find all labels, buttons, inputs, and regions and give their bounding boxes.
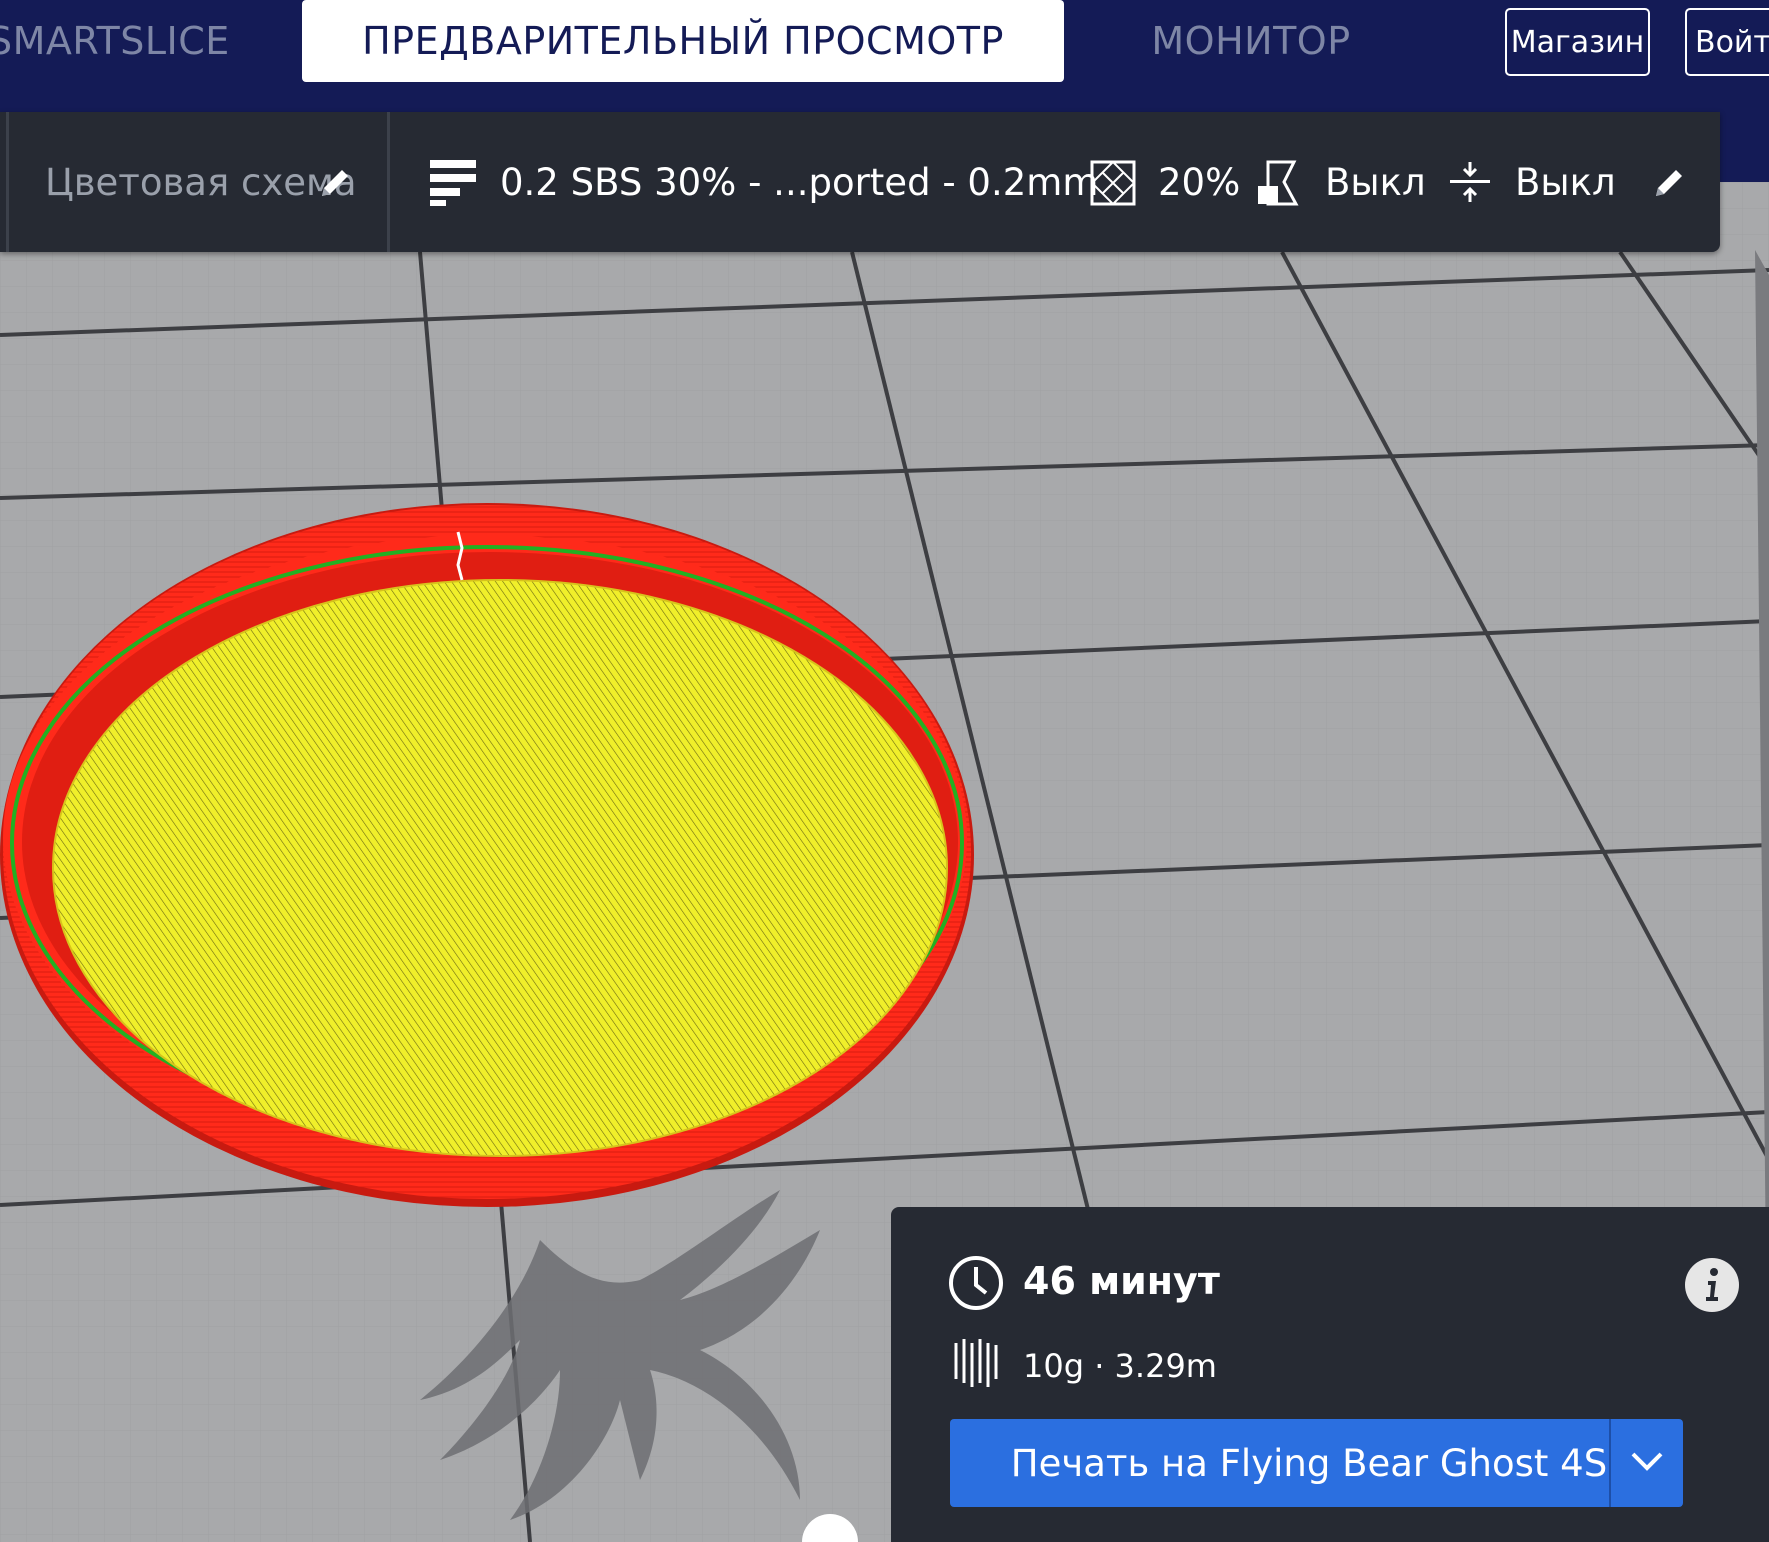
support-value[interactable]: Выкл <box>1325 112 1426 252</box>
support-icon <box>1258 160 1299 206</box>
tab-smartslice[interactable]: SMARTSLICE <box>0 0 229 82</box>
profile-label: 0.2 SBS 30% - ...ported - 0.2mm <box>500 160 1099 204</box>
profile-layers-icon <box>430 160 476 206</box>
print-profile-selector[interactable]: 0.2 SBS 30% - ...ported - 0.2mm <box>420 112 1098 252</box>
print-settings-toolbar: Цветовая схема 0.2 SBS 30% - ...ported -… <box>0 112 1720 252</box>
top-navigation-bar: SMARTSLICE ПРЕДВАРИТЕЛЬНЫЙ ПРОСМОТР МОНИ… <box>0 0 1769 112</box>
pencil-icon[interactable] <box>1652 166 1686 200</box>
color-scheme-selector[interactable]: Цветовая схема <box>45 112 357 252</box>
print-options-dropdown[interactable] <box>1611 1419 1683 1507</box>
toolbar-divider <box>387 112 390 252</box>
adhesion-icon <box>1450 162 1490 202</box>
print-summary-panel: 46 минут 10g · 3.29m Печать на Flying Be… <box>891 1207 1769 1542</box>
info-icon[interactable] <box>1684 1257 1740 1313</box>
tab-monitor[interactable]: МОНИТОР <box>1140 0 1362 82</box>
toolbar-divider <box>6 112 9 252</box>
material-usage: 10g · 3.29m <box>1023 1347 1217 1385</box>
print-time: 46 минут <box>1023 1259 1220 1303</box>
tab-preview[interactable]: ПРЕДВАРИТЕЛЬНЫЙ ПРОСМОТР <box>302 0 1064 82</box>
store-button[interactable]: Магазин <box>1505 8 1650 76</box>
infill-value[interactable]: 20% <box>1158 112 1240 252</box>
infill-icon <box>1090 160 1136 206</box>
print-button[interactable]: Печать на Flying Bear Ghost 4S <box>950 1419 1668 1507</box>
adhesion-value[interactable]: Выкл <box>1515 112 1616 252</box>
sliced-model-preview[interactable] <box>0 503 974 1207</box>
pencil-icon[interactable] <box>318 166 352 200</box>
chevron-down-icon <box>1631 1452 1663 1471</box>
clock-icon <box>949 1256 1003 1310</box>
filament-icon <box>954 1339 998 1387</box>
sign-in-button[interactable]: Войти <box>1685 8 1769 76</box>
print-button-label: Печать на Flying Bear Ghost 4S <box>1010 1441 1608 1485</box>
